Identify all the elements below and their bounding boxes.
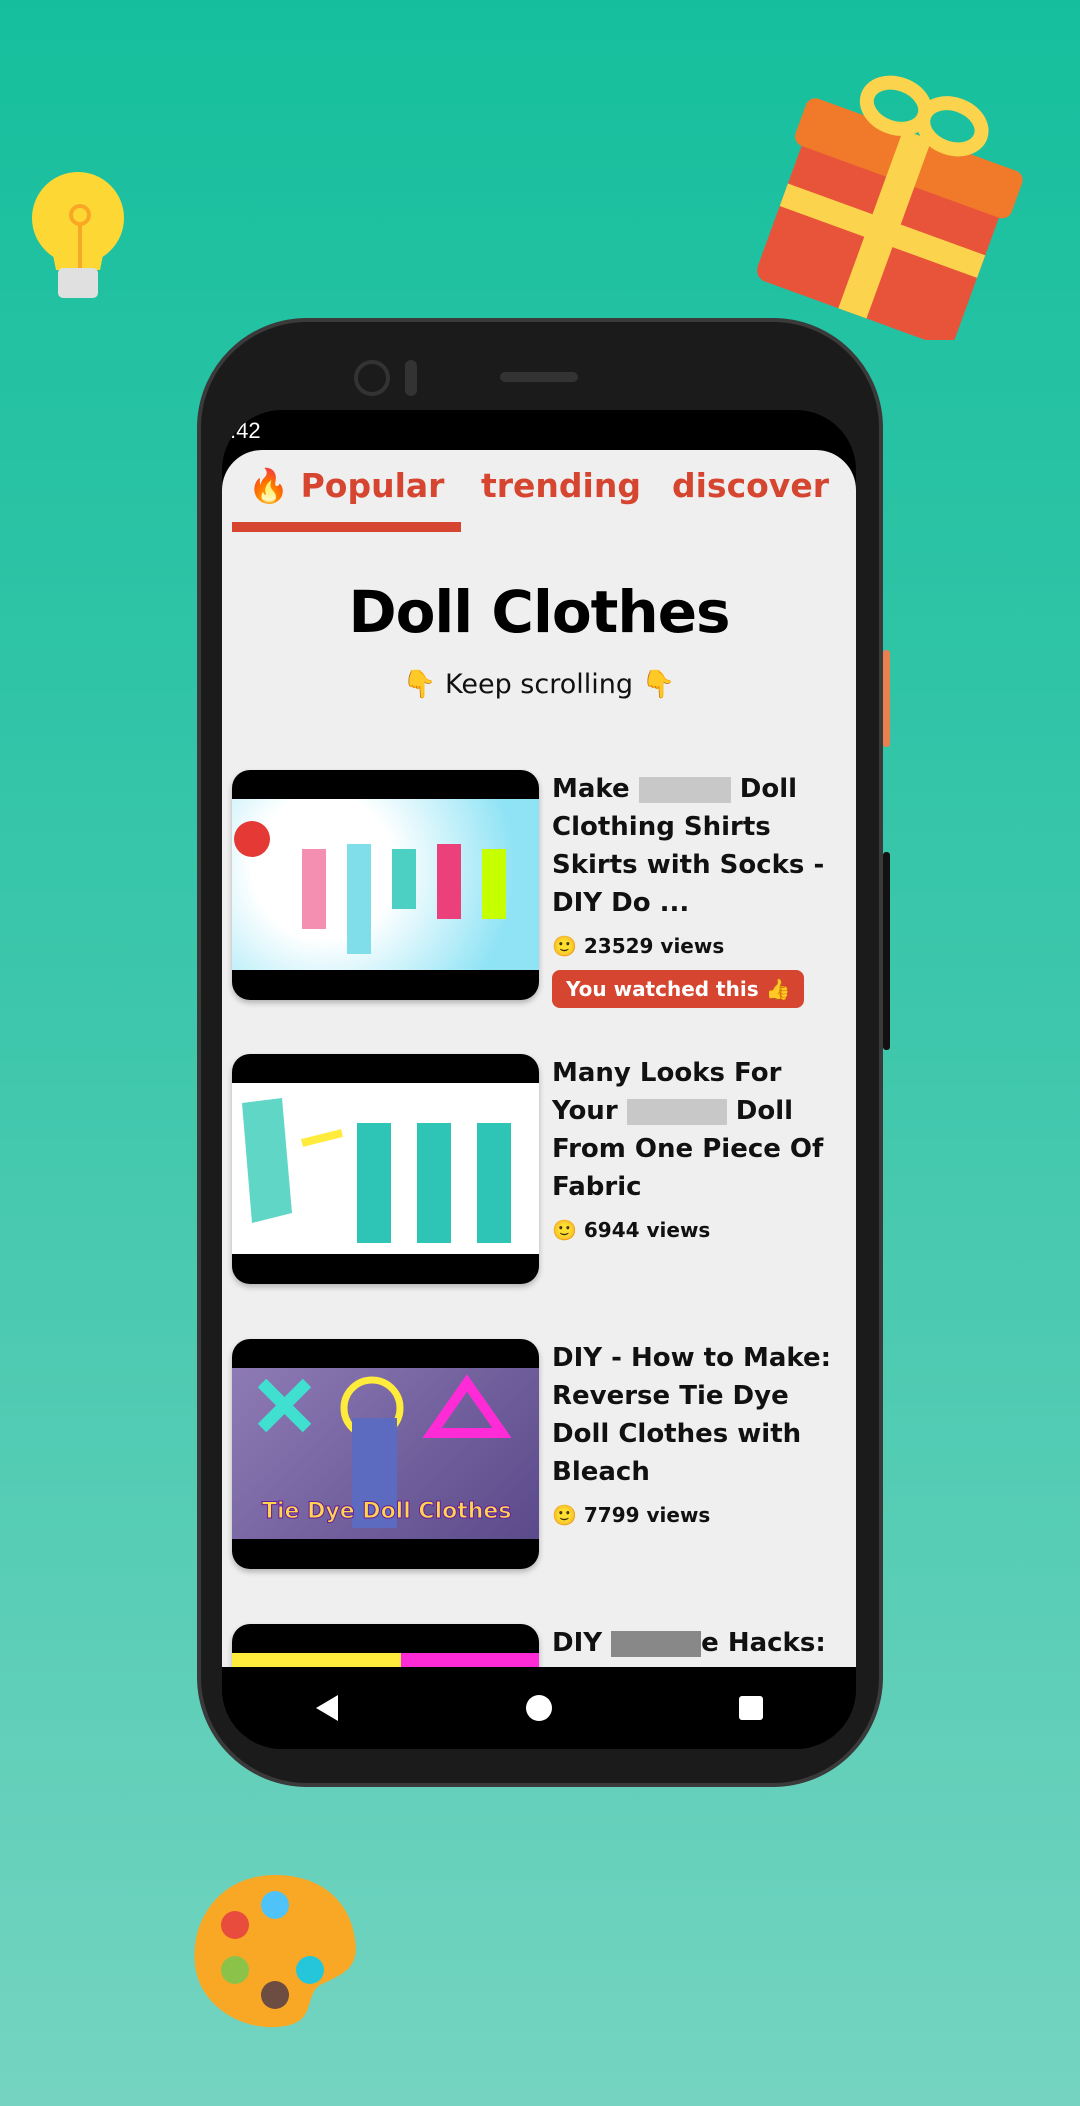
tab-label: Popular <box>300 466 445 505</box>
video-title[interactable]: Make Doll Clothing Shirts Skirts with So… <box>552 770 852 922</box>
side-button-orange[interactable] <box>883 650 890 747</box>
android-nav-bar <box>222 1667 856 1749</box>
view-count: 🙂 23529 views <box>552 934 725 958</box>
active-tab-indicator <box>232 522 461 532</box>
redacted-text <box>638 776 731 803</box>
smiley-icon: 🙂 <box>552 1503 577 1527</box>
video-title[interactable]: Many Looks For Your Doll From One Piece … <box>552 1054 852 1206</box>
video-card[interactable]: Many Looks For Your Doll From One Piece … <box>232 1054 846 1284</box>
video-thumbnail[interactable] <box>232 1054 539 1284</box>
video-thumbnail[interactable] <box>232 1624 539 1667</box>
smiley-icon: 🙂 <box>552 1218 577 1242</box>
app-content: 🔥 Popular trending discover Doll Clothes… <box>222 450 856 1667</box>
watched-badge: You watched this 👍 <box>552 970 805 1008</box>
volume-button[interactable] <box>883 852 890 1050</box>
svg-text:Tie Dye Doll Clothes: Tie Dye Doll Clothes <box>262 1499 511 1524</box>
speaker <box>500 372 578 382</box>
recents-icon[interactable] <box>738 1695 764 1721</box>
gift-icon <box>757 75 1023 340</box>
video-title[interactable]: DIY e Hacks: <box>552 1624 852 1662</box>
video-thumbnail[interactable] <box>232 770 539 1000</box>
scroll-hint: 👇 Keep scrolling 👇 <box>402 669 676 700</box>
smiley-icon: 🙂 <box>552 934 577 958</box>
tab-trending[interactable]: trending <box>481 466 641 505</box>
back-icon[interactable] <box>314 1693 340 1723</box>
video-title[interactable]: DIY - How to Make: Reverse Tie Dye Doll … <box>552 1339 852 1491</box>
camera <box>354 360 390 396</box>
palette-icon <box>194 1875 356 2028</box>
video-thumbnail[interactable]: Tie Dye Doll Clothes <box>232 1339 539 1569</box>
status-bar: .42 <box>222 410 856 450</box>
tab-bar: 🔥 Popular trending discover <box>222 450 856 540</box>
tab-popular[interactable]: 🔥 Popular <box>248 466 444 506</box>
home-icon[interactable] <box>525 1694 553 1722</box>
redacted-text <box>611 1630 702 1657</box>
video-card[interactable]: Tie Dye Doll Clothes DIY - How to Make: … <box>232 1339 846 1569</box>
view-count: 🙂 6944 views <box>552 1218 711 1242</box>
tab-discover[interactable]: discover <box>672 466 829 505</box>
video-card[interactable]: Make Doll Clothing Shirts Skirts with So… <box>232 770 846 1008</box>
sensor <box>405 360 417 396</box>
video-card[interactable]: DIY e Hacks: <box>232 1624 846 1667</box>
redacted-text <box>626 1098 727 1125</box>
lightbulb-icon <box>32 172 124 298</box>
view-count: 🙂 7799 views <box>552 1503 711 1527</box>
page-title: Doll Clothes <box>348 578 730 646</box>
screen: .42 🔥 Popular trending discover Doll Clo… <box>222 410 856 1749</box>
fire-icon: 🔥 <box>248 466 290 505</box>
